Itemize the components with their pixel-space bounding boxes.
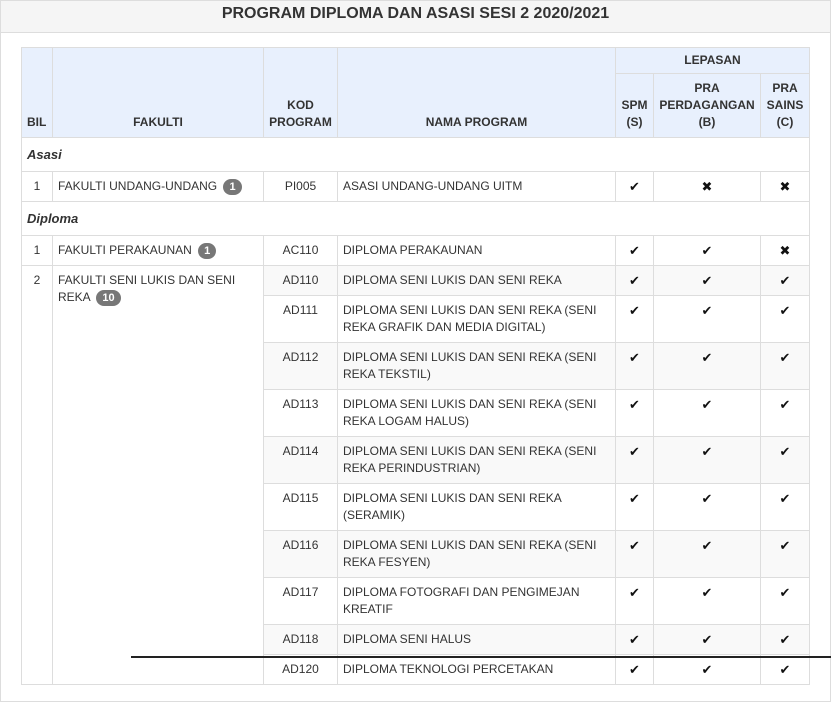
check-icon: ✔ [653, 342, 761, 390]
cell-bil: 2 [21, 265, 53, 685]
cell-kod: AD111 [263, 295, 338, 343]
check-icon: ✔ [653, 483, 761, 531]
check-icon: ✔ [615, 436, 654, 484]
header-spm: SPM (S) [615, 73, 654, 138]
program-count-badge: 1 [198, 243, 217, 259]
cell-nama: DIPLOMA SENI HALUS [337, 624, 616, 655]
cell-kod: AD120 [263, 654, 338, 685]
check-icon: ✔ [653, 654, 761, 685]
faculty-name: FAKULTI SENI LUKIS DAN SENI REKA [58, 273, 236, 304]
cross-icon: ✖ [653, 171, 761, 202]
check-icon: ✔ [615, 577, 654, 625]
cross-icon: ✖ [760, 235, 810, 266]
table-row: 1 FAKULTI PERAKAUNAN 1 AC110 DIPLOMA PER… [21, 235, 810, 266]
cross-icon: ✖ [760, 171, 810, 202]
check-icon: ✔ [760, 577, 810, 625]
cell-nama: DIPLOMA SENI LUKIS DAN SENI REKA (SENI R… [337, 342, 616, 390]
check-icon: ✔ [653, 530, 761, 578]
check-icon: ✔ [615, 265, 654, 296]
program-panel: PROGRAM DIPLOMA DAN ASASI SESI 2 2020/20… [0, 0, 831, 702]
check-icon: ✔ [615, 342, 654, 390]
check-icon: ✔ [653, 624, 761, 655]
cell-fakulti: FAKULTI PERAKAUNAN 1 [52, 235, 264, 266]
cell-kod: AD117 [263, 577, 338, 625]
cell-kod: AD110 [263, 265, 338, 296]
faculty-name: FAKULTI PERAKAUNAN [58, 243, 192, 257]
cell-nama: DIPLOMA FOTOGRAFI DAN PENGIMEJAN KREATIF [337, 577, 616, 625]
header-bil: BIL [21, 47, 53, 138]
program-count-badge: 1 [223, 179, 242, 195]
cell-fakulti: FAKULTI SENI LUKIS DAN SENI REKA 10 [52, 265, 264, 685]
faculty-name: FAKULTI UNDANG-UNDANG [58, 179, 218, 193]
cell-kod: AC110 [263, 235, 338, 266]
check-icon: ✔ [653, 295, 761, 343]
check-icon: ✔ [760, 654, 810, 685]
check-icon: ✔ [615, 171, 654, 202]
cell-kod: AD113 [263, 389, 338, 437]
check-icon: ✔ [653, 265, 761, 296]
cell-nama: DIPLOMA SENI LUKIS DAN SENI REKA [337, 265, 616, 296]
cell-kod: AD115 [263, 483, 338, 531]
check-icon: ✔ [760, 530, 810, 578]
check-icon: ✔ [653, 436, 761, 484]
cell-bil: 1 [21, 171, 53, 202]
cell-kod: AD114 [263, 436, 338, 484]
table-row: 1 FAKULTI UNDANG-UNDANG 1 PI005 ASASI UN… [21, 171, 810, 202]
cell-nama: ASASI UNDANG-UNDANG UITM [337, 171, 616, 202]
cell-nama: DIPLOMA SENI LUKIS DAN SENI REKA (SENI R… [337, 389, 616, 437]
cell-fakulti: FAKULTI UNDANG-UNDANG 1 [52, 171, 264, 202]
check-icon: ✔ [760, 389, 810, 437]
cell-bil: 1 [21, 235, 53, 266]
check-icon: ✔ [615, 389, 654, 437]
cell-nama: DIPLOMA SENI LUKIS DAN SENI REKA (SERAMI… [337, 483, 616, 531]
cell-kod: PI005 [263, 171, 338, 202]
check-icon: ✔ [760, 342, 810, 390]
cell-kod: AD118 [263, 624, 338, 655]
header-lepasan: LEPASAN [615, 47, 810, 74]
check-icon: ✔ [615, 235, 654, 266]
header-pra-perdagangan: PRA PERDAGANGAN (B) [653, 73, 761, 138]
header-nama-program: NAMA PROGRAM [337, 47, 616, 138]
header-kod-program: KOD PROGRAM [263, 47, 338, 138]
check-icon: ✔ [760, 624, 810, 655]
check-icon: ✔ [615, 483, 654, 531]
cell-nama: DIPLOMA SENI LUKIS DAN SENI REKA (SENI R… [337, 530, 616, 578]
check-icon: ✔ [653, 389, 761, 437]
cell-nama: DIPLOMA SENI LUKIS DAN SENI REKA (SENI R… [337, 295, 616, 343]
check-icon: ✔ [760, 483, 810, 531]
cell-kod: AD112 [263, 342, 338, 390]
group-label-diploma: Diploma [21, 201, 810, 236]
group-label-asasi: Asasi [21, 137, 810, 172]
check-icon: ✔ [615, 654, 654, 685]
page-title: PROGRAM DIPLOMA DAN ASASI SESI 2 2020/20… [1, 1, 830, 33]
check-icon: ✔ [760, 436, 810, 484]
check-icon: ✔ [615, 624, 654, 655]
check-icon: ✔ [760, 265, 810, 296]
cell-kod: AD116 [263, 530, 338, 578]
check-icon: ✔ [615, 295, 654, 343]
program-count-badge: 10 [96, 290, 121, 306]
header-pra-sains: PRA SAINS (C) [760, 73, 810, 138]
program-table: BIL FAKULTI KOD PROGRAM NAMA PROGRAM LEP… [21, 47, 810, 685]
cell-nama: DIPLOMA TEKNOLOGI PERCETAKAN [337, 654, 616, 685]
check-icon: ✔ [653, 577, 761, 625]
header-fakulti: FAKULTI [52, 47, 264, 138]
table-row: 2 FAKULTI SENI LUKIS DAN SENI REKA 10 AD… [21, 265, 810, 685]
check-icon: ✔ [653, 235, 761, 266]
check-icon: ✔ [615, 530, 654, 578]
check-icon: ✔ [760, 295, 810, 343]
cell-nama: DIPLOMA SENI LUKIS DAN SENI REKA (SENI R… [337, 436, 616, 484]
cell-nama: DIPLOMA PERAKAUNAN [337, 235, 616, 266]
